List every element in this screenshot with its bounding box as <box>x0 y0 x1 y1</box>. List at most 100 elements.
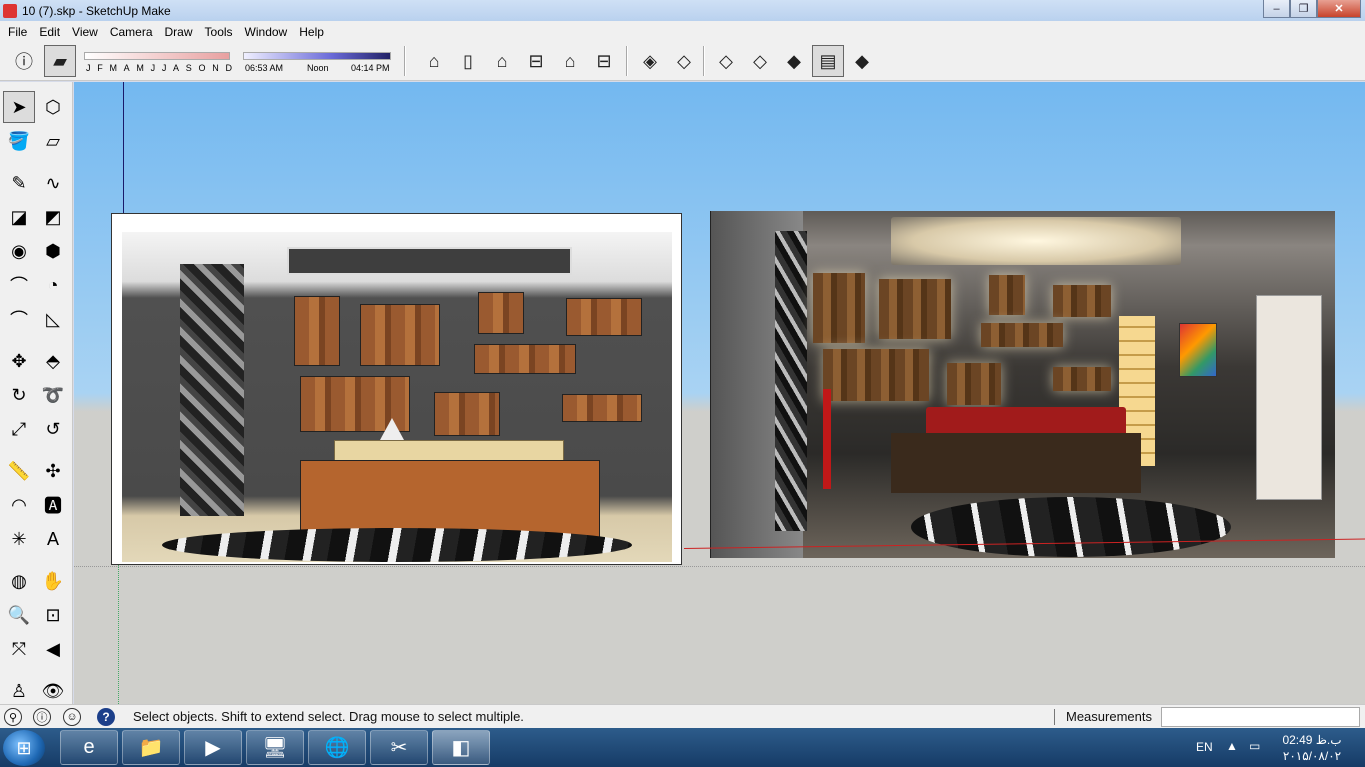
position-camera-icon[interactable]: ♙ <box>3 675 35 707</box>
date-slider-track[interactable] <box>84 52 230 60</box>
move-icon[interactable]: ✥ <box>3 345 35 377</box>
render-ceiling-light <box>891 217 1181 265</box>
month-label: M <box>136 63 144 73</box>
menu-bar: File Edit View Camera Draw Tools Window … <box>0 21 1365 42</box>
sketchup-app-icon[interactable] <box>3 3 17 18</box>
rotated-rectangle-icon[interactable]: ◩ <box>37 201 69 233</box>
menu-help[interactable]: Help <box>293 25 330 39</box>
shaded-icon[interactable]: ◆ <box>778 45 810 77</box>
iso-view-icon[interactable]: ⌂ <box>418 45 450 77</box>
time-slider-track[interactable] <box>243 52 391 60</box>
month-labels: J F M A M J J A S O N D <box>86 63 232 73</box>
dimension-icon[interactable]: ✣ <box>37 455 69 487</box>
rotate-icon[interactable]: ↻ <box>3 379 35 411</box>
geolocation-icon[interactable]: ⚲ <box>4 708 22 726</box>
3d-text-icon[interactable]: A <box>37 523 69 555</box>
line-icon[interactable]: ✎ <box>3 167 35 199</box>
system-clock[interactable]: 02:49 ب.ظ ۲۰۱۵/۰۸/۰۲ <box>1280 732 1344 764</box>
render-wood-panel <box>1053 367 1111 391</box>
user-icon[interactable]: ☺ <box>63 708 81 726</box>
paint-tool-icon[interactable]: ✂ <box>370 730 428 765</box>
wood-panel <box>478 292 524 334</box>
table-lamp <box>380 418 404 440</box>
zoom-window-icon[interactable]: ⊡ <box>37 599 69 631</box>
back-view-icon[interactable]: ⌂ <box>554 45 586 77</box>
room-model[interactable] <box>122 232 672 562</box>
model-viewport[interactable] <box>74 82 1365 704</box>
polygon-icon[interactable]: ⬢ <box>37 235 69 267</box>
maximize-button[interactable]: ❐ <box>1290 0 1317 18</box>
language-indicator[interactable]: EN <box>1196 740 1213 754</box>
network-icon[interactable]: ▭ <box>1249 739 1260 753</box>
menu-camera[interactable]: Camera <box>104 25 159 39</box>
minimize-button[interactable]: – <box>1263 0 1290 18</box>
month-label: J <box>150 63 156 73</box>
previous-view-icon[interactable]: ◀ <box>37 633 69 665</box>
tool-palette: ➤ ⬡ 🪣 ▱ ✎ ∿ ◪ ◩ ◉ ⬢ ⌒ ◔ ⌒ ◺ ✥ ⬘ ↻ ➰ ⤢ ↺ … <box>0 82 73 704</box>
make-component-icon[interactable]: ⬡ <box>37 91 69 123</box>
orbit-icon[interactable]: ◍ <box>3 565 35 597</box>
arc-icon[interactable]: ⌒ <box>3 269 35 301</box>
pie-icon[interactable]: ◔ <box>37 269 69 301</box>
eraser-icon[interactable]: ▱ <box>37 125 69 157</box>
month-label: A <box>173 63 180 73</box>
internet-explorer-icon[interactable]: e <box>60 730 118 765</box>
time-slider[interactable]: 06:53 AM Noon 04:14 PM <box>243 46 395 76</box>
rendered-image[interactable] <box>710 211 1335 558</box>
file-explorer-icon[interactable]: 📁 <box>122 730 180 765</box>
display-shadows-icon[interactable]: ▰ <box>44 45 76 77</box>
sketchup-icon[interactable]: ◧ <box>432 730 490 765</box>
render-wood-panel <box>947 363 1001 405</box>
freehand-icon[interactable]: ∿ <box>37 167 69 199</box>
menu-tools[interactable]: Tools <box>199 25 239 39</box>
tape-measure-icon[interactable]: 📏 <box>3 455 35 487</box>
menu-edit[interactable]: Edit <box>33 25 66 39</box>
zoom-extents-icon[interactable]: ⤧ <box>3 633 35 665</box>
shadow-settings-icon[interactable]: ⓘ <box>8 45 40 77</box>
three-point-arc-icon[interactable]: ◺ <box>37 303 69 335</box>
front-view-icon[interactable]: ⌂ <box>486 45 518 77</box>
menu-view[interactable]: View <box>66 25 104 39</box>
monochrome-icon[interactable]: ◆ <box>846 45 878 77</box>
instructor-help-icon[interactable]: ? <box>97 708 115 726</box>
two-point-arc-icon[interactable]: ⌒ <box>3 303 35 335</box>
google-earth-icon[interactable]: 🌐 <box>308 730 366 765</box>
menu-window[interactable]: Window <box>239 25 294 39</box>
scale-icon[interactable]: ⤢ <box>3 413 35 445</box>
menu-file[interactable]: File <box>2 25 33 39</box>
close-button[interactable]: ✕ <box>1317 0 1361 18</box>
circle-icon[interactable]: ◉ <box>3 235 35 267</box>
zoom-icon[interactable]: 🔍 <box>3 599 35 631</box>
date-slider[interactable]: J F M A M J J A S O N D <box>84 46 232 76</box>
top-view-icon[interactable]: ▯ <box>452 45 484 77</box>
look-around-icon[interactable]: 👁 <box>37 675 69 707</box>
tray-expand-icon[interactable]: ▲ <box>1226 739 1238 753</box>
start-button[interactable]: ⊞ <box>3 730 45 766</box>
main-toolbar: ⓘ ▰ J F M A M J J A S O N D 06:53 AM Noo… <box>0 42 1365 81</box>
follow-me-icon[interactable]: ➰ <box>37 379 69 411</box>
xray-icon[interactable]: ◈ <box>634 45 666 77</box>
rectangle-icon[interactable]: ◪ <box>3 201 35 233</box>
paint-bucket-icon[interactable]: 🪣 <box>3 125 35 157</box>
right-view-icon[interactable]: ⊟ <box>520 45 552 77</box>
select-icon[interactable]: ➤ <box>3 91 35 123</box>
wireframe-icon[interactable]: ◇ <box>710 45 742 77</box>
remote-desktop-icon[interactable]: 🖥 <box>246 730 304 765</box>
offset-icon[interactable]: ↺ <box>37 413 69 445</box>
measurements-field[interactable] <box>1161 707 1360 727</box>
menu-draw[interactable]: Draw <box>159 25 199 39</box>
back-edges-icon[interactable]: ◇ <box>668 45 700 77</box>
shaded-textures-icon[interactable]: ▤ <box>812 45 844 77</box>
hidden-line-icon[interactable]: ◇ <box>744 45 776 77</box>
left-view-icon[interactable]: ⊟ <box>588 45 620 77</box>
protractor-icon[interactable]: ◠ <box>3 489 35 521</box>
toolbar-separator <box>404 46 406 76</box>
credits-icon[interactable]: ⓘ <box>33 708 51 726</box>
month-label: J <box>86 63 91 73</box>
axes-icon[interactable]: ✳ <box>3 523 35 555</box>
month-label: J <box>161 63 167 73</box>
push-pull-icon[interactable]: ⬘ <box>37 345 69 377</box>
pan-icon[interactable]: ✋ <box>37 565 69 597</box>
media-player-icon[interactable]: ▶ <box>184 730 242 765</box>
text-icon[interactable]: 🅰 <box>37 489 69 521</box>
